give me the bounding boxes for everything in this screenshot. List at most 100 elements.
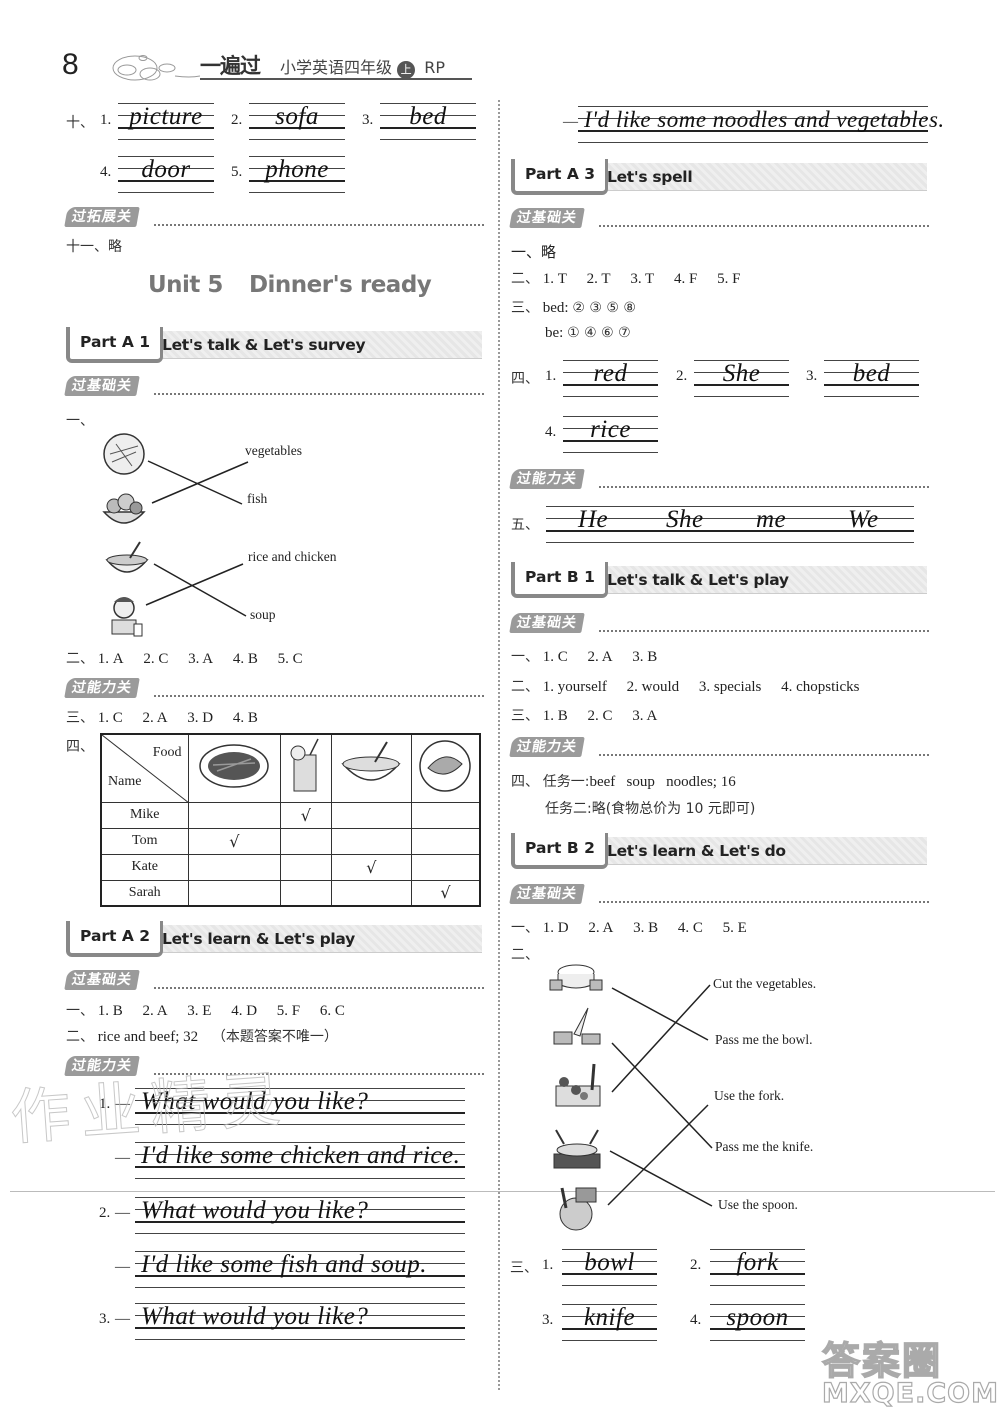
a2-q2-answer: 二、 rice and beef; 32 （本题答案不唯一） — [66, 1026, 338, 1046]
part-title: Let's talk & Let's play — [597, 566, 927, 594]
fork-picture — [553, 1129, 601, 1169]
q11-text: 略 — [108, 239, 122, 255]
q11-label: 十一、 — [66, 239, 108, 255]
dialogue-answer: I'd like some fish and soup. — [141, 1251, 427, 1278]
q-label: 二、 — [66, 1029, 94, 1045]
match-line — [147, 460, 243, 505]
knife-picture — [553, 1007, 601, 1045]
dialogue-answer: I'd like some noodles and vegetables. — [584, 107, 945, 132]
unit-name: Dinner's ready — [248, 272, 432, 298]
answer: 5. C — [277, 651, 303, 667]
answer-word: She — [666, 506, 704, 533]
part-tab: Part A 2 — [66, 921, 164, 957]
answer: 5. F — [276, 1003, 301, 1019]
a1-q3-answers: 三、 1. C 2. A 3. D 4. B — [66, 707, 274, 727]
b1-q4-task1: 四、 任务一:beef soup noodles; 16 — [511, 771, 736, 791]
part-tab: Part B 2 — [511, 833, 608, 869]
food-header: Food — [152, 745, 182, 760]
check-cell: √ — [187, 827, 282, 855]
check-cell — [410, 801, 481, 829]
answer: 3. B — [632, 649, 658, 665]
q-label: 三、 — [511, 300, 539, 316]
level-basic-bar: 过基础关 — [509, 884, 929, 906]
part-title: Let's learn & Let's play — [152, 925, 482, 953]
dash: — — [563, 114, 578, 130]
dialogue-question-line: What would you like? — [135, 1197, 465, 1237]
table-row: Mike √ — [100, 801, 481, 829]
part-tab: Part A 3 — [511, 159, 609, 195]
answer: 4. C — [677, 920, 703, 936]
watermark-logo: 答案圈 — [821, 1338, 943, 1384]
table-corner-cell: Food Name — [100, 733, 189, 803]
answer: 1. B — [542, 708, 568, 724]
level-basic-bar: 过基础关 — [64, 376, 484, 398]
answer: 2. C — [587, 708, 613, 724]
b2-writing-line-2: fork — [710, 1249, 805, 1289]
answer-word: bowl — [584, 1249, 635, 1276]
q4-label: 四、 — [511, 371, 539, 387]
name-header: Name — [108, 773, 142, 789]
b2-q1-answers: 一、 1. D 2. A 3. B 4. C 5. E — [511, 917, 763, 937]
level-tag: 过能力关 — [509, 469, 585, 489]
a3-writing-line-2: She — [694, 360, 789, 400]
brand-logo: 一遍过 — [200, 54, 261, 78]
q5-label: 五、 — [511, 517, 539, 533]
b1-q4-task2: 任务二:略(食物总价为 10 元即可) — [545, 798, 755, 818]
item-num: 4. — [690, 1312, 702, 1328]
answer: 3. A — [632, 708, 658, 724]
table-row: Tom √ — [100, 827, 481, 855]
answer: 1. B — [97, 1003, 123, 1019]
cutting-vegetables-picture — [555, 1063, 601, 1107]
answer: 2. A — [142, 710, 168, 726]
level-tag: 过基础关 — [509, 884, 585, 904]
answer: 2. T — [586, 271, 611, 287]
bed-label: bed: — [542, 300, 569, 316]
vegetable-basket-picture — [102, 493, 146, 524]
match-word: soup — [250, 607, 276, 622]
row-name: Sarah — [100, 879, 189, 907]
q-label: 二、 — [66, 651, 94, 667]
dash: — — [115, 1150, 130, 1166]
q-label: 一、 — [511, 649, 539, 665]
answer-word: She — [722, 360, 761, 387]
level-ability-bar: 过能力关 — [509, 469, 929, 491]
answer: 5. E — [722, 920, 747, 936]
match-phrase: Cut the vegetables. — [713, 976, 817, 991]
level-extend-bar: 过拓展关 — [64, 207, 484, 229]
watermark-url: MXQE.COM — [821, 1377, 999, 1409]
q10-item-num: 4. — [100, 164, 112, 180]
a3-writing-line-1: red — [563, 360, 658, 400]
check-cell — [330, 879, 412, 907]
check-cell — [187, 801, 282, 829]
a2-q1-answers: 一、 1. B 2. A 3. E 4. D 5. F 6. C — [66, 1000, 361, 1020]
check-cell — [330, 801, 412, 829]
answer: 1. T — [542, 271, 567, 287]
part-b2-header: Let's learn & Let's do Part B 2 — [511, 833, 927, 869]
item-num: 1. — [545, 368, 557, 384]
level-tag: 过基础关 — [509, 208, 585, 228]
row-name: Kate — [100, 853, 189, 881]
q10-writing-line-1: picture — [118, 103, 214, 143]
answer: 4. B — [232, 710, 258, 726]
match-word: fish — [247, 491, 268, 506]
answer-note: （本题答案不唯一） — [211, 1029, 338, 1045]
page-fold-line — [10, 1191, 995, 1192]
part-b1-header: Let's talk & Let's play Part B 1 — [511, 562, 927, 598]
fish-plate-picture — [410, 733, 481, 803]
level-tag: 过拓展关 — [64, 207, 140, 227]
a3-writing-line-4: rice — [563, 416, 658, 456]
q10-item-num: 2. — [231, 112, 243, 128]
answer: 3. specials — [698, 679, 762, 695]
task2-label: 任务二: — [545, 801, 592, 817]
b2-writing-line-3: knife — [562, 1304, 657, 1344]
answer: 4. chopsticks — [781, 679, 860, 695]
b1-q3-answers: 三、 1. B 2. C 3. A — [511, 705, 673, 725]
match-phrase: Pass me the bowl. — [715, 1032, 813, 1047]
level-tag: 过能力关 — [509, 737, 585, 757]
answer: 2. would — [626, 679, 680, 695]
food-survey-table: Food Name Mike √ Tom √ Kate √ Sarah √ — [100, 733, 481, 907]
q-label: 四、 — [511, 774, 539, 790]
answer: 2. A — [142, 1003, 168, 1019]
level-ability-bar: 过能力关 — [509, 737, 929, 759]
b2-writing-line-4: spoon — [710, 1304, 805, 1344]
